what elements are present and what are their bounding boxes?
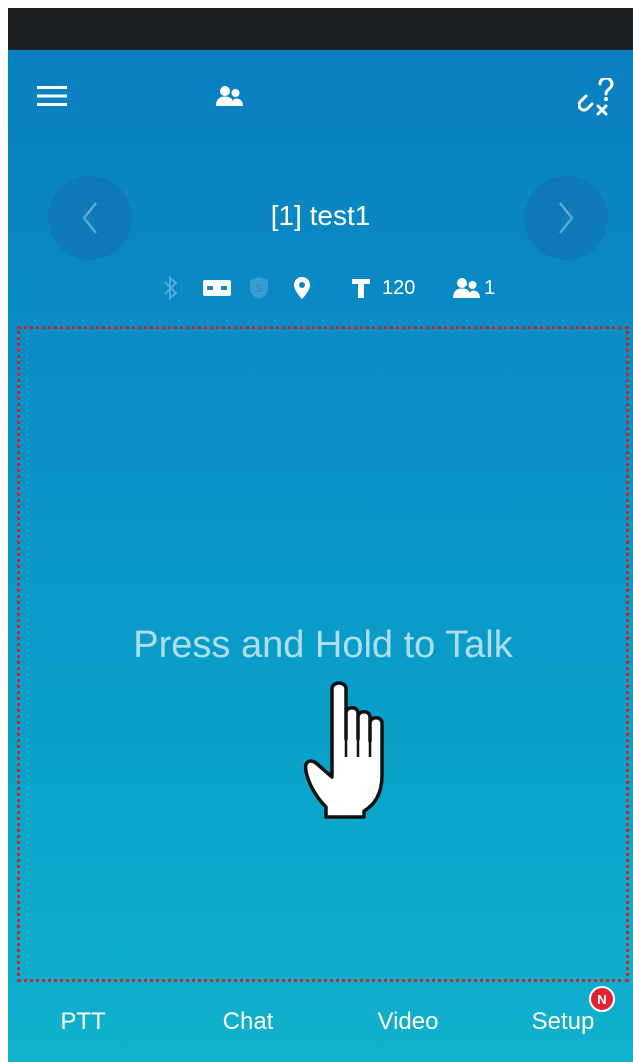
card-icon: [203, 280, 231, 296]
tab-video[interactable]: Video: [363, 1004, 453, 1040]
svg-text:S: S: [255, 283, 262, 295]
tab-setup[interactable]: Setup: [523, 1004, 603, 1040]
chevron-right-icon: [559, 202, 574, 234]
security-status: S: [248, 272, 270, 304]
setup-notification-badge: N: [589, 986, 615, 1012]
chevron-left-icon: [82, 202, 97, 234]
hand-press-icon: [303, 681, 384, 819]
app-screen: [1] test1 S 120 1 Press and Hold to Talk…: [8, 50, 633, 1062]
channel-status-row: S 120 1: [8, 272, 633, 304]
next-channel-button[interactable]: [524, 176, 608, 260]
shield-icon: S: [250, 277, 268, 299]
text-icon: [352, 279, 370, 298]
disconnect-link-button[interactable]: [572, 76, 624, 120]
location-status: [292, 272, 312, 304]
bottom-navigation: PTT Chat Video Setup N: [8, 982, 633, 1062]
previous-channel-button[interactable]: [48, 176, 132, 260]
text-count: 120: [350, 272, 415, 304]
contacts-button[interactable]: [206, 76, 254, 116]
text-count-value: 120: [382, 276, 416, 299]
push-to-talk-area[interactable]: Press and Hold to Talk: [17, 326, 629, 982]
location-icon: [294, 277, 310, 299]
bluetooth-status: [162, 272, 180, 304]
member-count: 1: [452, 272, 495, 304]
members-icon: [453, 278, 480, 298]
channel-title: [1] test1: [270, 200, 371, 231]
push-to-talk-prompt: Press and Hold to Talk: [133, 624, 513, 666]
status-bar: [8, 8, 633, 50]
menu-button[interactable]: [28, 76, 76, 116]
broken-link-question-icon: [578, 78, 614, 116]
contacts-icon: [216, 86, 243, 106]
member-count-value: 1: [484, 276, 496, 299]
hamburger-menu-icon: [37, 86, 67, 106]
bluetooth-icon: [164, 275, 178, 301]
page: [1] test1 S 120 1 Press and Hold to Talk…: [0, 0, 633, 1062]
tab-chat[interactable]: Chat: [208, 1004, 288, 1040]
tab-ptt[interactable]: PTT: [48, 1004, 118, 1040]
card-status: [202, 272, 232, 304]
